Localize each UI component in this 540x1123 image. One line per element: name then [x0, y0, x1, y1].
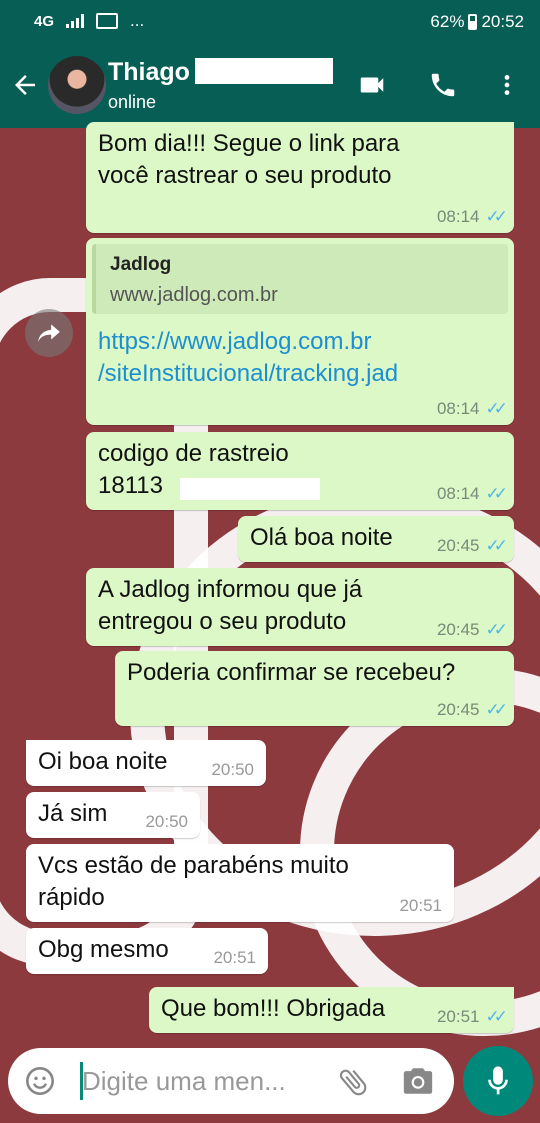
- message-time: 20:51: [399, 896, 442, 915]
- camera-icon[interactable]: [401, 1065, 435, 1097]
- message-bubble[interactable]: Que bom!!! Obrigada 20:51 ✓✓: [149, 987, 514, 1033]
- message-input-bar[interactable]: Digite uma men...: [8, 1048, 454, 1114]
- status-time: 20:52: [481, 12, 524, 31]
- message-text: Poderia confirmar se recebeu?: [127, 659, 456, 686]
- video-call-icon[interactable]: [355, 70, 389, 100]
- activity-icon: [96, 13, 119, 29]
- message-text: Já sim: [38, 800, 108, 827]
- message-text: Bom dia!!! Segue o link para você rastre…: [98, 130, 400, 189]
- signal-icon: [66, 14, 85, 28]
- message-time: 08:14: [436, 399, 480, 418]
- message-time: 08:14: [436, 207, 480, 226]
- message-bubble[interactable]: A Jadlog informou que já entregou o seu …: [86, 568, 514, 646]
- message-text: Olá boa noite: [250, 524, 393, 551]
- menu-dots-icon[interactable]: [494, 70, 520, 100]
- message-bubble[interactable]: Poderia confirmar se recebeu? 20:45 ✓✓: [115, 651, 514, 726]
- message-time: 20:45: [436, 620, 480, 639]
- message-time: 20:45: [436, 700, 480, 719]
- message-input[interactable]: Digite uma men...: [82, 1066, 286, 1097]
- avatar[interactable]: [48, 56, 106, 114]
- message-text: Que bom!!! Obrigada: [161, 995, 386, 1022]
- message-link[interactable]: https://www.jadlog.com.br /siteInstituci…: [98, 326, 398, 390]
- forward-button[interactable]: [25, 309, 73, 357]
- message-text: A Jadlog informou que já entregou o seu …: [98, 576, 363, 635]
- read-ticks-icon: ✓✓: [485, 620, 508, 639]
- preview-title: Jadlog: [110, 254, 172, 275]
- status-more: ...: [130, 11, 145, 30]
- message-time: 20:51: [436, 1007, 480, 1026]
- back-arrow-icon[interactable]: [10, 70, 40, 100]
- message-bubble[interactable]: Já sim 20:50: [26, 792, 200, 838]
- status-bar: 4G ... 62% 20:52: [0, 0, 540, 44]
- read-ticks-icon: ✓✓: [485, 399, 508, 418]
- read-ticks-icon: ✓✓: [485, 207, 508, 226]
- forward-icon: [38, 324, 60, 342]
- preview-url: www.jadlog.com.br: [110, 284, 278, 306]
- contact-name[interactable]: Thiago: [108, 58, 190, 87]
- message-time: 20:50: [211, 760, 254, 779]
- redaction-box: [195, 58, 333, 84]
- message-text: Obg mesmo: [38, 936, 169, 963]
- message-bubble[interactable]: Vcs estão de parabéns muito rápido 20:51: [26, 844, 454, 922]
- contact-status: online: [108, 92, 157, 112]
- read-ticks-icon: ✓✓: [485, 536, 508, 555]
- read-ticks-icon: ✓✓: [485, 1007, 508, 1026]
- message-bubble[interactable]: Oi boa noite 20:50: [26, 740, 266, 786]
- message-time: 20:50: [145, 812, 188, 831]
- emoji-icon[interactable]: [24, 1065, 56, 1097]
- network-label: 4G: [34, 12, 55, 30]
- read-ticks-icon: ✓✓: [485, 484, 508, 503]
- message-text: Oi boa noite: [38, 748, 168, 775]
- chat-header: Thiago online: [0, 44, 540, 128]
- redaction-box: [180, 478, 320, 500]
- phone-icon[interactable]: [428, 70, 458, 100]
- message-text: Vcs estão de parabéns muito rápido: [38, 852, 349, 911]
- message-time: 08:14: [436, 484, 480, 503]
- message-time: 20:45: [436, 536, 480, 555]
- message-time: 20:51: [213, 948, 256, 967]
- message-bubble[interactable]: Olá boa noite 20:45 ✓✓: [238, 516, 514, 562]
- mic-button[interactable]: [463, 1046, 533, 1116]
- battery-percent: 62%: [430, 12, 465, 31]
- mic-icon: [488, 1066, 508, 1095]
- message-bubble[interactable]: Bom dia!!! Segue o link para você rastre…: [86, 122, 514, 233]
- battery-icon: [468, 14, 478, 30]
- link-preview[interactable]: Jadlog www.jadlog.com.br: [92, 244, 508, 314]
- message-bubble[interactable]: Obg mesmo 20:51: [26, 928, 268, 974]
- link-message-bubble[interactable]: Jadlog www.jadlog.com.br https://www.jad…: [86, 238, 514, 425]
- read-ticks-icon: ✓✓: [485, 700, 508, 719]
- attach-icon[interactable]: [336, 1065, 370, 1099]
